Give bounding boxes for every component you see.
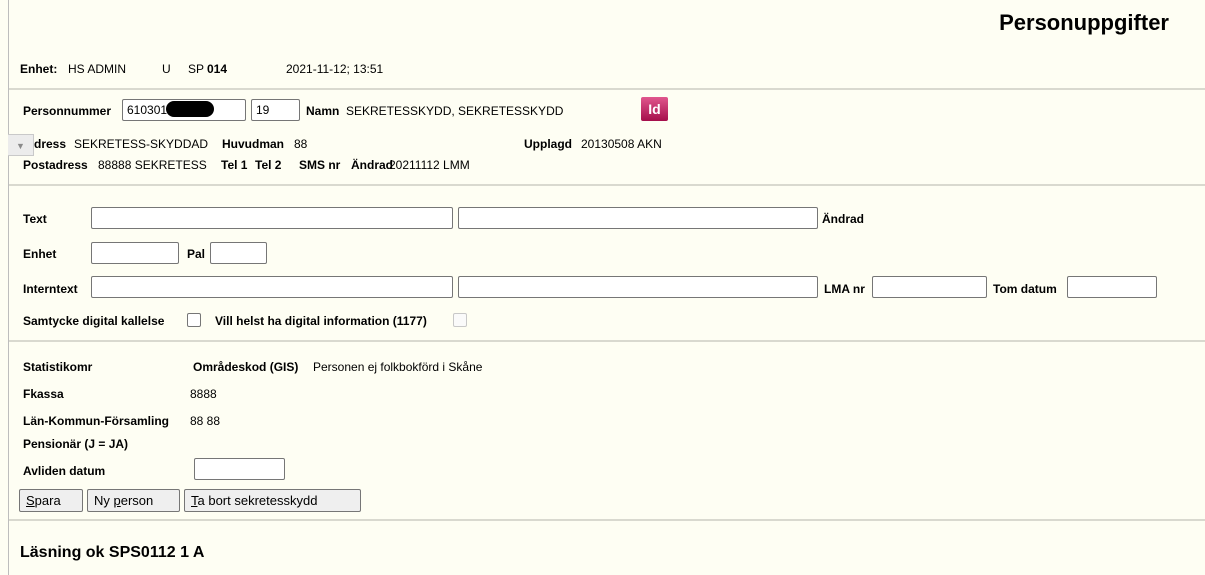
divider: [9, 340, 1205, 342]
interntext-label: Interntext: [23, 282, 78, 296]
fkassa-label: Fkassa: [23, 387, 64, 401]
century-value: 19: [256, 103, 270, 117]
fkassa-value: 8888: [190, 387, 217, 401]
sp-value: 014: [207, 62, 228, 76]
huvudman-value: 88: [294, 137, 308, 151]
enhet-label: Enhet: [23, 247, 57, 261]
personnummer-input[interactable]: 610301: [122, 99, 246, 121]
upplagd-value: 20130508 AKN: [581, 137, 662, 151]
divider: [9, 519, 1205, 521]
andrad-value: 20211112 LMM: [389, 158, 470, 172]
ny-person-label-pre: Ny: [94, 493, 114, 508]
text-input-2[interactable]: [458, 207, 818, 229]
century-input[interactable]: 19: [251, 99, 300, 121]
status-message: Läsning ok SPS0112 1 A: [20, 544, 205, 561]
pal-input[interactable]: [210, 242, 267, 264]
adress-label: dress: [34, 137, 67, 151]
lkf-label: Län-Kommun-Församling: [23, 414, 169, 428]
id-icon[interactable]: Id: [641, 97, 668, 121]
tel1-label: Tel 1: [221, 158, 248, 172]
personnummer-value: 610301: [127, 103, 168, 117]
digital-info-checkbox[interactable]: [453, 313, 467, 327]
text-andrad-label: Ändrad: [822, 212, 864, 226]
text-label: Text: [23, 212, 47, 226]
pal-label: Pal: [187, 247, 206, 261]
enhet-input[interactable]: [91, 242, 179, 264]
ny-person-button[interactable]: Ny person: [87, 489, 180, 512]
lkf-value: 88 88: [190, 414, 221, 428]
text-input-1[interactable]: [91, 207, 453, 229]
sp-label: SP: [188, 62, 205, 76]
namn-label: Namn: [306, 104, 340, 118]
sms-label: SMS nr: [299, 158, 341, 172]
postadress-value: 88888 SEKRETESS: [98, 158, 207, 172]
personnummer-label: Personnummer: [23, 104, 112, 118]
ta-bort-label: a bort sekretesskydd: [197, 493, 318, 508]
lma-label: LMA nr: [824, 282, 865, 296]
huvudman-label: Huvudman: [222, 137, 285, 151]
interntext-input-2[interactable]: [458, 276, 818, 298]
divider: [9, 184, 1205, 186]
header-datetime: 2021-11-12; 13:51: [286, 62, 384, 76]
divider: [9, 88, 1205, 90]
spara-accesskey: S: [26, 493, 35, 508]
andrad-label: Ändrad: [351, 158, 393, 172]
samtycke-label: Samtycke digital kallelse: [23, 314, 165, 328]
digital-info-label: Vill helst ha digital information (1177): [215, 314, 427, 328]
spara-button[interactable]: Spara: [19, 489, 83, 512]
redaction-mark: [166, 101, 214, 117]
enhet-header-value: HS ADMIN: [68, 62, 127, 76]
ny-person-label: erson: [120, 493, 154, 508]
omradeskod-value: Personen ej folkbokförd i Skåne: [313, 360, 483, 374]
tom-datum-input[interactable]: [1067, 276, 1157, 298]
avliden-datum-input[interactable]: [194, 458, 285, 480]
left-border: [8, 0, 9, 575]
samtycke-checkbox[interactable]: [187, 313, 201, 327]
spara-label: para: [34, 493, 61, 508]
namn-value: SEKRETESSKYDD, SEKRETESSKYDD: [346, 104, 564, 118]
tel2-label: Tel 2: [255, 158, 282, 172]
upplagd-label: Upplagd: [524, 137, 572, 151]
tom-datum-label: Tom datum: [993, 282, 1057, 296]
chevron-down-icon[interactable]: ▼: [8, 134, 34, 156]
header-flag: U: [162, 62, 171, 76]
omradeskod-label: Områdeskod (GIS): [193, 360, 299, 374]
postadress-label: Postadress: [23, 158, 88, 172]
ta-bort-sekretesskydd-button[interactable]: Ta bort sekretesskydd: [184, 489, 361, 512]
page-title: Personuppgifter: [999, 10, 1169, 35]
lma-input[interactable]: [872, 276, 987, 298]
adress-value: SEKRETESS-SKYDDAD: [74, 137, 209, 151]
interntext-input-1[interactable]: [91, 276, 453, 298]
pensionar-label: Pensionär (J = JA): [23, 437, 129, 451]
avliden-label: Avliden datum: [23, 464, 106, 478]
ny-person-accesskey: p: [113, 493, 121, 508]
statistikomr-label: Statistikomr: [23, 360, 93, 374]
enhet-header-label: Enhet:: [20, 62, 58, 76]
